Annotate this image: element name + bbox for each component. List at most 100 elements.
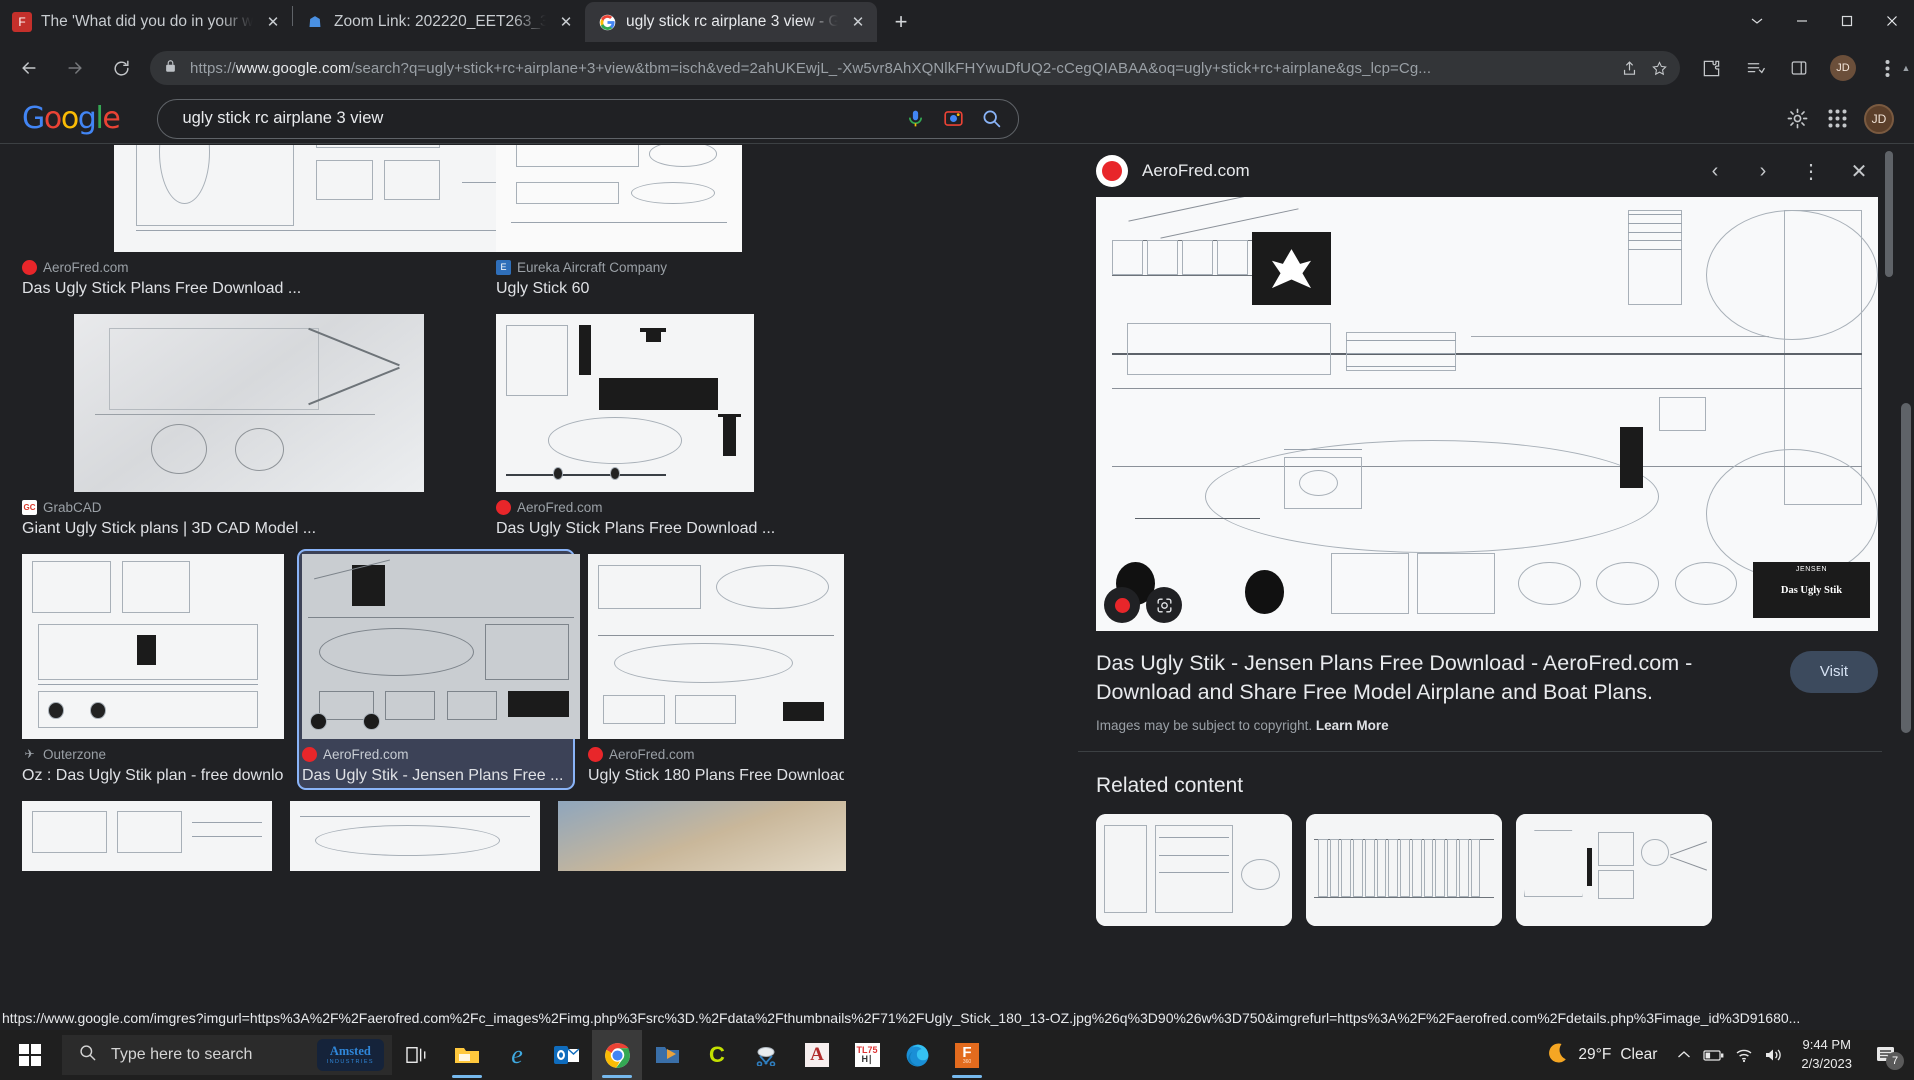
learn-more-link[interactable]: Learn More: [1316, 718, 1389, 733]
forward-button[interactable]: [54, 47, 96, 89]
related-plan-1[interactable]: [1096, 814, 1292, 927]
account-avatar[interactable]: JD: [1864, 103, 1894, 134]
google-search-box[interactable]: ugly stick rc airplane 3 view: [157, 98, 1020, 139]
window-close-icon[interactable]: [1869, 0, 1914, 42]
result-title[interactable]: Ugly Stick 60: [496, 280, 956, 298]
result-thumbnail[interactable]: [302, 554, 580, 739]
start-button[interactable]: [0, 1030, 60, 1080]
result-card[interactable]: [290, 801, 540, 871]
result-title[interactable]: Das Ugly Stik - Jensen Plans Free ...: [302, 767, 580, 785]
taskbar-app-google-chrome[interactable]: [592, 1030, 642, 1080]
taskbar-app-tl75[interactable]: TL75 H∣: [842, 1030, 892, 1080]
chrome-menu-chevron-icon[interactable]: [1734, 0, 1779, 42]
taskbar-app-snipping-tool[interactable]: [742, 1030, 792, 1080]
share-icon[interactable]: [1614, 53, 1644, 83]
result-thumbnail[interactable]: [558, 801, 846, 871]
logo-letter: g: [77, 101, 97, 136]
result-thumbnail[interactable]: [74, 314, 424, 492]
taskbar-app-microsoft-edge[interactable]: [892, 1030, 942, 1080]
result-thumbnail[interactable]: [496, 145, 742, 252]
taskbar-app-outlook[interactable]: [542, 1030, 592, 1080]
volume-icon[interactable]: [1759, 1030, 1789, 1080]
preview-title[interactable]: Das Ugly Stik - Jensen Plans Free Downlo…: [1096, 649, 1772, 706]
amsted-industries-badge[interactable]: Amsted INDUSTRIES: [316, 1039, 384, 1071]
scroll-up-arrow[interactable]: ▲: [1901, 63, 1911, 73]
preview-prev-button[interactable]: ‹: [1698, 154, 1732, 188]
google-lens-icon[interactable]: [934, 100, 972, 138]
battery-icon[interactable]: [1699, 1030, 1729, 1080]
taskbar-app-camtasia[interactable]: C: [692, 1030, 742, 1080]
preview-scrollbar[interactable]: [1882, 145, 1896, 1005]
search-icon[interactable]: [972, 100, 1010, 138]
preview-image[interactable]: JENSEN Das Ugly Stik: [1096, 197, 1878, 631]
page-scrollbar-thumb[interactable]: [1901, 403, 1911, 733]
search-input[interactable]: ugly stick rc airplane 3 view: [182, 109, 896, 128]
gear-icon[interactable]: [1784, 106, 1810, 132]
microphone-icon[interactable]: [896, 100, 934, 138]
taskbar-app-internet-explorer[interactable]: e: [492, 1030, 542, 1080]
image-thumbnail-badge[interactable]: [1104, 587, 1140, 623]
reload-button[interactable]: [100, 47, 142, 89]
star-icon[interactable]: [1644, 53, 1674, 83]
window-minimize-icon[interactable]: [1779, 0, 1824, 42]
related-plan-3[interactable]: [1516, 814, 1712, 927]
tray-expand-chevron-icon[interactable]: [1669, 1030, 1699, 1080]
puzzle-icon[interactable]: [1690, 47, 1732, 89]
result-card[interactable]: ✈ Outerzone Oz : Das Ugly Stik plan - fr…: [22, 554, 284, 785]
tab-close-icon[interactable]: ✕: [555, 11, 577, 33]
taskbar-app-autocad[interactable]: A: [792, 1030, 842, 1080]
preview-close-icon[interactable]: ✕: [1842, 154, 1876, 188]
result-thumbnail[interactable]: [290, 801, 540, 871]
lock-icon[interactable]: [164, 59, 180, 78]
page-scrollbar[interactable]: ▲ ▼: [1898, 63, 1914, 1030]
plan-drawing: [22, 801, 272, 871]
result-thumbnail[interactable]: [22, 554, 284, 739]
result-thumbnail[interactable]: [496, 314, 754, 492]
taskbar-app-fusion-360[interactable]: F 360: [942, 1030, 992, 1080]
taskbar-clock[interactable]: 9:44 PM 2/3/2023: [1789, 1036, 1864, 1074]
google-logo[interactable]: G o o g l e: [22, 101, 121, 136]
google-lens-badge[interactable]: [1146, 587, 1182, 623]
profile-avatar[interactable]: JD: [1822, 47, 1864, 89]
taskbar-app-folder-shortcut[interactable]: [642, 1030, 692, 1080]
tab-close-icon[interactable]: ✕: [262, 11, 284, 33]
notification-center-button[interactable]: 7: [1864, 1030, 1908, 1080]
result-thumbnail[interactable]: [22, 801, 272, 871]
result-title[interactable]: Das Ugly Stick Plans Free Download ...: [496, 520, 956, 538]
preview-scrollbar-thumb[interactable]: [1885, 151, 1893, 277]
weather-widget[interactable]: 29°F Clear: [1533, 1041, 1669, 1070]
result-card[interactable]: [558, 801, 846, 871]
result-title[interactable]: Giant Ugly Stick plans | 3D CAD Model ..…: [22, 520, 492, 538]
tab-close-icon[interactable]: ✕: [847, 11, 869, 33]
wifi-icon[interactable]: [1729, 1030, 1759, 1080]
edge-icon: [902, 1040, 932, 1070]
window-maximize-icon[interactable]: [1824, 0, 1869, 42]
browser-tab-1[interactable]: F The 'What did you do in your wo ✕: [0, 2, 292, 42]
result-title[interactable]: Ugly Stick 180 Plans Free Download ...: [588, 767, 844, 785]
address-bar[interactable]: https://www.google.com/search?q=ugly+sti…: [150, 51, 1680, 85]
back-button[interactable]: [8, 47, 50, 89]
result-thumbnail[interactable]: [588, 554, 844, 739]
preview-more-icon[interactable]: ⋮: [1794, 154, 1828, 188]
browser-tab-3-active[interactable]: ugly stick rc airplane 3 view - Goo ✕: [585, 2, 877, 42]
result-card[interactable]: AeroFred.com Ugly Stick 180 Plans Free D…: [588, 554, 844, 785]
result-title[interactable]: Das Ugly Stick Plans Free Download ...: [22, 280, 492, 298]
reading-list-icon[interactable]: [1734, 47, 1776, 89]
google-apps-icon[interactable]: [1824, 106, 1850, 132]
side-panel-icon[interactable]: [1778, 47, 1820, 89]
new-tab-button[interactable]: +: [885, 6, 917, 38]
result-card-selected[interactable]: AeroFred.com Das Ugly Stik - Jensen Plan…: [297, 549, 580, 790]
visit-button[interactable]: Visit: [1789, 651, 1878, 693]
result-title[interactable]: Oz : Das Ugly Stik plan - free download: [22, 767, 284, 785]
result-card[interactable]: E Eureka Aircraft Company Ugly Stick 60: [496, 145, 986, 298]
related-plan-2[interactable]: [1306, 814, 1502, 927]
preview-next-button[interactable]: ›: [1746, 154, 1780, 188]
result-card[interactable]: [22, 801, 272, 871]
taskbar-app-file-explorer[interactable]: [442, 1030, 492, 1080]
result-card[interactable]: AeroFred.com Das Ugly Stick Plans Free D…: [22, 145, 676, 298]
taskbar-search[interactable]: Type here to search Amsted INDUSTRIES: [62, 1035, 392, 1075]
task-view-button[interactable]: [392, 1030, 442, 1080]
browser-tab-2[interactable]: ☗ Zoom Link: 202220_EET263_3290 ✕: [293, 2, 585, 42]
result-card[interactable]: GC GrabCAD Giant Ugly Stick plans | 3D C…: [22, 314, 482, 538]
result-card[interactable]: AeroFred.com Das Ugly Stick Plans Free D…: [496, 314, 986, 538]
